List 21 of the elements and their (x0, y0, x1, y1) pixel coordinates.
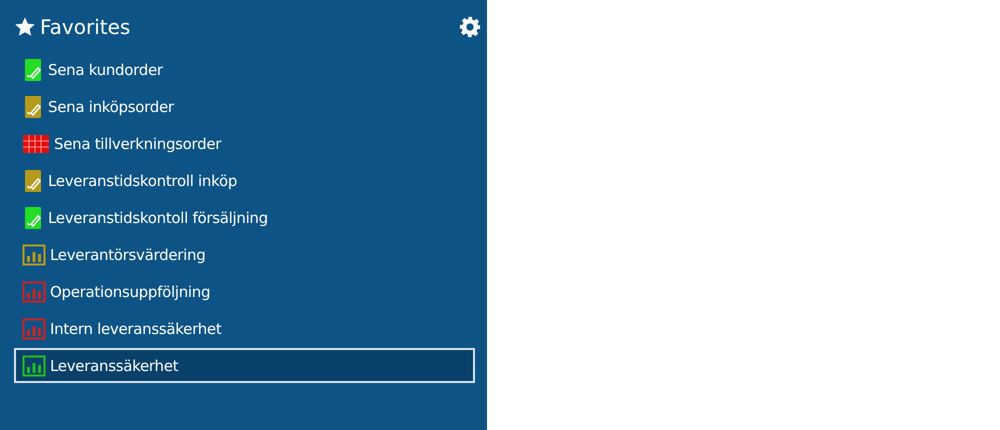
favorite-item[interactable]: Intern leveranssäkerhet (14, 311, 475, 346)
note-icon (22, 206, 44, 230)
bar-chart-icon (22, 280, 46, 302)
calendar-icon (22, 132, 50, 154)
star-icon (14, 16, 36, 38)
favorite-item[interactable]: Leveranstidskontroll inköp (14, 163, 475, 198)
favorite-item[interactable]: Sena inköpsorder (14, 89, 475, 124)
note-icon (22, 168, 44, 192)
favorite-item[interactable]: Sena tillverkningsorder (14, 126, 475, 161)
favorite-item[interactable]: Leverantörsvärdering (14, 237, 475, 272)
panel-title: Favorites (40, 15, 132, 39)
bar-chart-icon (22, 318, 46, 340)
settings-icon[interactable] (459, 16, 481, 38)
note-icon (22, 58, 44, 82)
favorite-item[interactable]: Sena kundorder (14, 52, 475, 87)
favorite-item[interactable]: Leveranssäkerhet (14, 348, 475, 383)
bar-chart-icon (22, 244, 46, 266)
favorite-item[interactable]: Operationsuppföljning (14, 274, 475, 309)
bar-chart-icon (22, 354, 46, 376)
note-icon (22, 94, 44, 118)
favorite-item[interactable]: Leveranstidskontoll försäljning (14, 200, 475, 235)
